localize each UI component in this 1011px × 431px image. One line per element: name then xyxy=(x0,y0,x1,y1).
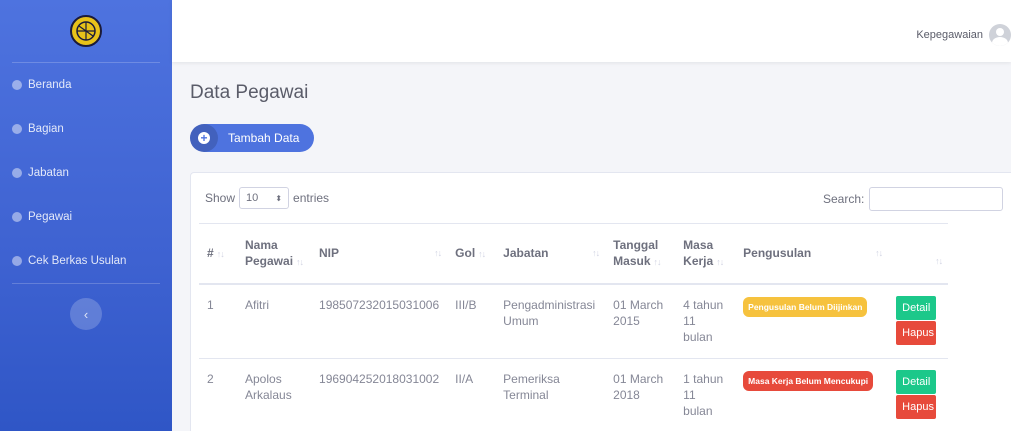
column-header-nama[interactable]: Nama Pegawai ↑↓ xyxy=(237,223,312,285)
column-header-gol[interactable]: Gol ↑↓ xyxy=(447,223,496,285)
cell-nip: 196904252018031002 xyxy=(311,358,448,431)
cell-actions: Detail Hapus xyxy=(888,358,949,431)
cell-nama: Afitri xyxy=(237,283,312,359)
cell-pengusulan: Masa Kerja Belum Mencukupi xyxy=(735,358,889,431)
entries-value: 10 xyxy=(246,192,259,204)
sidebar-item-pegawai[interactable]: Pegawai xyxy=(0,195,172,239)
cell-actions: Detail Hapus xyxy=(888,283,949,359)
avatar xyxy=(989,24,1011,46)
sidebar-item-bagian[interactable]: Bagian xyxy=(0,107,172,151)
search-control: Search: xyxy=(823,187,1004,211)
dashboard-icon xyxy=(12,124,22,134)
sort-icon: ↑↓ xyxy=(653,256,662,267)
dashboard-icon xyxy=(12,168,22,178)
cell-jabatan: Pengadministrasi Umum xyxy=(495,283,606,359)
cell-masa: 1 tahun 11 bulan xyxy=(675,358,736,431)
logo-icon xyxy=(70,15,102,47)
column-header-masa[interactable]: Masa Kerja ↑↓ xyxy=(675,223,736,285)
main-content: Data Pegawai + Tambah Data Show 10 ⬍ ent… xyxy=(172,62,1011,431)
show-label: Show xyxy=(205,191,236,205)
cell-gol: III/B xyxy=(447,283,496,359)
user-name: Kepegawaian xyxy=(916,29,983,41)
entries-select[interactable]: 10 ⬍ xyxy=(239,187,290,209)
sidebar-item-label: Cek Berkas Usulan xyxy=(28,255,127,267)
cell-pengusulan: Pengusulan Belum Diijinkan xyxy=(735,283,889,359)
column-header-tanggal[interactable]: Tanggal Masuk ↑↓ xyxy=(605,223,676,285)
sort-icon: ↑↓ xyxy=(434,248,442,259)
table-header-row: # ↑↓ Nama Pegawai ↑↓ NIP ↑↓ Gol ↑↓ Jabatan ↑↓… xyxy=(199,223,949,285)
cell-no: 1 xyxy=(199,283,237,359)
user-menu[interactable]: Kepegawaian xyxy=(916,24,1011,46)
add-data-button[interactable]: + Tambah Data xyxy=(190,124,314,152)
sidebar-item-cek-berkas[interactable]: Cek Berkas Usulan xyxy=(0,239,172,283)
search-input[interactable] xyxy=(869,187,1004,211)
sort-icon: ↑↓ xyxy=(592,248,600,259)
column-header-no[interactable]: # ↑↓ xyxy=(199,223,237,285)
sort-icon: ↑↓ xyxy=(478,248,486,259)
entries-label: entries xyxy=(293,191,330,205)
sidebar-item-beranda[interactable]: Beranda xyxy=(0,63,172,107)
plus-icon: + xyxy=(190,124,218,152)
data-table: # ↑↓ Nama Pegawai ↑↓ NIP ↑↓ Gol ↑↓ Jabatan ↑↓… xyxy=(199,223,949,431)
cell-jabatan: Pemeriksa Terminal xyxy=(495,358,606,431)
sidebar-divider xyxy=(12,283,160,284)
sort-icon: ↑↓ xyxy=(296,256,304,267)
delete-button[interactable]: Hapus xyxy=(896,394,937,419)
sidebar-item-jabatan[interactable]: Jabatan xyxy=(0,151,172,195)
cell-tanggal: 01 March 2018 xyxy=(605,358,676,431)
column-header-aksi[interactable]: ↑↓ xyxy=(888,223,949,285)
topbar: Kepegawaian xyxy=(172,0,1011,62)
status-badge: Masa Kerja Belum Mencukupi xyxy=(743,370,874,391)
sidebar-item-label: Pegawai xyxy=(28,211,73,223)
sidebar-item-label: Bagian xyxy=(28,123,64,135)
cell-nama: Apolos Arkalaus xyxy=(237,358,312,431)
select-arrows-icon: ⬍ xyxy=(275,193,283,203)
search-label: Search: xyxy=(823,192,865,206)
sort-icon: ↑↓ xyxy=(875,248,883,259)
sort-icon: ↑↓ xyxy=(216,248,225,259)
sidebar-toggle-button[interactable]: ‹ xyxy=(70,298,102,330)
cell-gol: II/A xyxy=(447,358,496,431)
add-data-label: Tambah Data xyxy=(228,131,300,145)
table-row: 2 Apolos Arkalaus 196904252018031002 II/… xyxy=(199,358,949,431)
detail-button[interactable]: Detail xyxy=(896,369,937,394)
entries-control: Show 10 ⬍ entries xyxy=(205,187,329,209)
sort-icon: ↑↓ xyxy=(935,256,943,267)
sidebar: Beranda Bagian Jabatan Pegawai Cek Berka… xyxy=(0,0,172,431)
dashboard-icon xyxy=(12,212,22,222)
dashboard-icon xyxy=(12,80,22,90)
sidebar-item-label: Beranda xyxy=(28,79,72,91)
cell-nip: 198507232015031006 xyxy=(311,283,448,359)
chevron-left-icon: ‹ xyxy=(83,306,89,322)
cell-masa: 4 tahun 11 bulan xyxy=(675,283,736,359)
status-badge: Pengusulan Belum Diijinkan xyxy=(743,296,868,317)
table-row: 1 Afitri 198507232015031006 III/B Pengad… xyxy=(199,283,949,359)
detail-button[interactable]: Detail xyxy=(896,295,937,320)
column-header-jabatan[interactable]: Jabatan ↑↓ xyxy=(495,223,606,285)
column-header-nip[interactable]: NIP ↑↓ xyxy=(311,223,448,285)
dashboard-icon xyxy=(12,256,22,266)
sidebar-item-label: Jabatan xyxy=(28,167,69,179)
page-title: Data Pegawai xyxy=(190,82,309,103)
brand[interactable] xyxy=(0,0,172,62)
delete-button[interactable]: Hapus xyxy=(896,320,937,345)
column-header-pengusulan[interactable]: Pengusulan ↑↓ xyxy=(735,223,889,285)
sort-icon: ↑↓ xyxy=(716,256,724,267)
cell-tanggal: 01 March 2015 xyxy=(605,283,676,359)
cell-no: 2 xyxy=(199,358,237,431)
data-card: Show 10 ⬍ entries Search: # ↑↓ Nama Pegaw… xyxy=(190,172,1011,431)
